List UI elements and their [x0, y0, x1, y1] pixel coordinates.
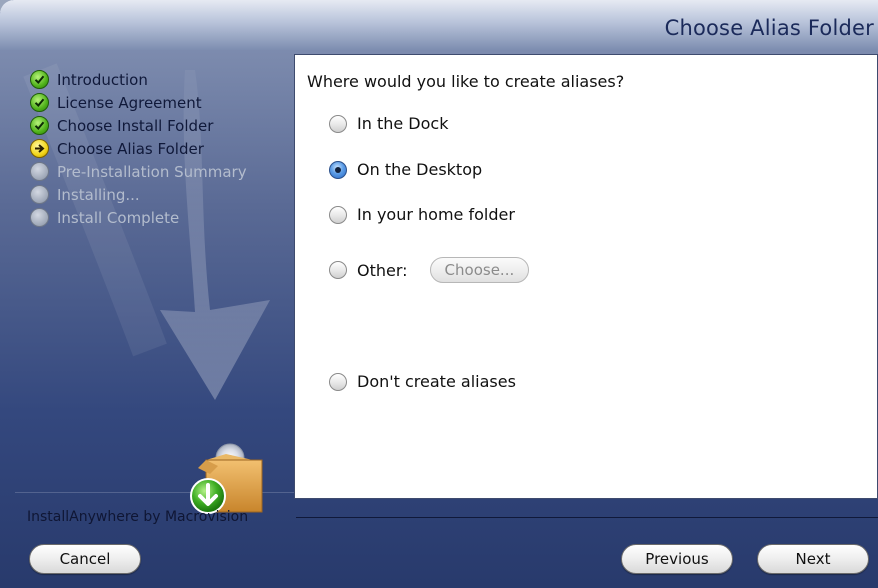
step-label: Introduction	[57, 70, 148, 89]
step-item: Introduction	[30, 68, 247, 91]
step-label: Installing...	[57, 185, 140, 204]
choose-button[interactable]: Choose...	[429, 257, 530, 283]
installer-window: Choose Alias Folder Introduction License…	[0, 0, 878, 588]
radio-button[interactable]	[329, 261, 347, 279]
previous-button[interactable]: Previous	[621, 544, 733, 574]
checkmark-circle-icon	[30, 70, 49, 89]
radio-button-selected[interactable]	[329, 160, 347, 179]
panel-question: Where would you like to create aliases?	[307, 72, 625, 91]
divider	[296, 517, 878, 518]
option-in-the-dock[interactable]: In the Dock	[329, 114, 448, 133]
radio-button[interactable]	[329, 372, 347, 391]
step-label: Choose Alias Folder	[57, 139, 204, 158]
grey-circle-icon	[30, 162, 49, 181]
step-list: Introduction License Agreement Choose In…	[30, 68, 247, 229]
option-home-folder[interactable]: In your home folder	[329, 205, 515, 224]
step-item: Installing...	[30, 183, 247, 206]
grey-circle-icon	[30, 185, 49, 204]
option-label: In your home folder	[357, 205, 515, 224]
step-item: Install Complete	[30, 206, 247, 229]
step-label: Pre-Installation Summary	[57, 162, 247, 181]
step-label: Choose Install Folder	[57, 116, 214, 135]
checkmark-circle-icon	[30, 93, 49, 112]
radio-button[interactable]	[329, 114, 347, 133]
option-label: On the Desktop	[357, 160, 483, 179]
option-label: Other:	[357, 260, 408, 280]
cancel-button[interactable]: Cancel	[29, 544, 141, 574]
next-button[interactable]: Next	[757, 544, 869, 574]
option-label: Don't create aliases	[357, 372, 516, 391]
page-title: Choose Alias Folder	[664, 16, 874, 40]
package-box-download-icon	[190, 443, 263, 514]
arrow-right-circle-icon	[30, 139, 49, 158]
checkmark-circle-icon	[30, 116, 49, 135]
radio-button[interactable]	[329, 205, 347, 224]
step-item-current: Choose Alias Folder	[30, 137, 247, 160]
option-other[interactable]: Other: Choose...	[329, 257, 530, 283]
grey-circle-icon	[30, 208, 49, 227]
title-bar: Choose Alias Folder	[0, 0, 878, 50]
step-label: Install Complete	[57, 208, 180, 227]
step-item: Pre-Installation Summary	[30, 160, 247, 183]
option-on-the-desktop[interactable]: On the Desktop	[329, 160, 482, 179]
installer-brand: InstallAnywhere by Macrovision	[27, 509, 249, 525]
content-panel: Where would you like to create aliases? …	[294, 54, 878, 499]
option-label: In the Dock	[357, 114, 449, 133]
step-item: License Agreement	[30, 91, 247, 114]
option-dont-create-aliases[interactable]: Don't create aliases	[329, 372, 516, 391]
step-item: Choose Install Folder	[30, 114, 247, 137]
step-label: License Agreement	[57, 93, 202, 112]
